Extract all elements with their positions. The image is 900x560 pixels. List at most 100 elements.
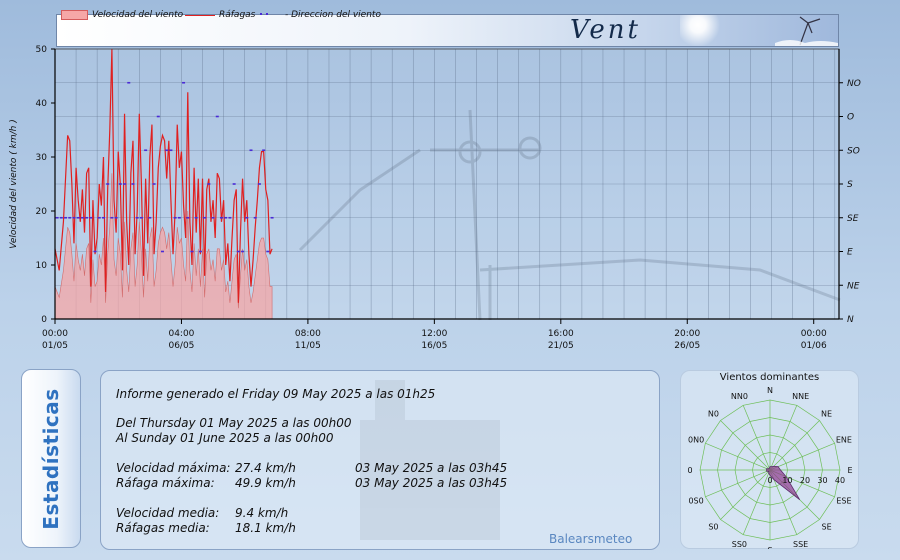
direction-marker: [182, 81, 186, 84]
rose-radial-tick-label: 20: [800, 476, 810, 485]
y-tick-label: 30: [36, 153, 48, 163]
rose-direction-label: 0S0: [688, 497, 703, 506]
direction-marker: [139, 216, 143, 219]
direction-tick-label: SE: [847, 214, 859, 224]
wind-chart: 0 10 20 30 40 50 N NE E SE S SO O NO 00:00 01/05 04:00 06…: [9, 45, 861, 351]
direction-marker: [55, 216, 59, 219]
direction-marker: [190, 250, 194, 253]
direction-marker: [127, 81, 131, 84]
direction-marker: [215, 115, 219, 118]
direction-marker: [241, 250, 245, 253]
period-to-text: Al Sunday 01 June 2025 a las 00h00: [116, 431, 334, 445]
direction-marker: [160, 250, 164, 253]
report-generated-text: Informe generado el Friday 09 May 2025 a…: [116, 387, 436, 401]
direction-marker: [152, 183, 156, 185]
x-tick-date-label: 01/06: [801, 341, 827, 351]
rose-direction-label: ESE: [836, 497, 851, 506]
rose-radial-tick-label: 0: [767, 476, 772, 485]
direction-tick-label: S: [847, 180, 853, 190]
stat-time-max-gust: 03 May 2025 a las 03h45: [355, 476, 508, 490]
rose-spoke: [720, 469, 771, 520]
rose-direction-label: NE: [821, 409, 832, 418]
direction-marker: [135, 216, 139, 219]
direction-marker: [59, 216, 63, 219]
rose-direction-label: S0: [708, 523, 718, 532]
stat-value-mean-gust: 18.1 km/h: [235, 521, 296, 535]
direction-marker: [169, 149, 173, 152]
direction-marker: [186, 216, 190, 219]
direction-marker: [110, 216, 114, 219]
direction-marker: [97, 216, 101, 219]
stats-tab-label: Estadísticas: [39, 387, 63, 530]
direction-marker: [123, 183, 127, 185]
direction-tick-label: O: [847, 113, 854, 123]
direction-marker: [80, 216, 84, 219]
rose-direction-label: SS0: [732, 540, 747, 549]
y-tick-label: 0: [41, 315, 47, 325]
rose-radial-tick-label: 10: [782, 476, 792, 485]
rose-direction-label: N: [767, 386, 773, 395]
direction-marker: [207, 183, 211, 185]
direction-marker: [245, 216, 249, 219]
x-tick-date-label: 26/05: [674, 341, 700, 351]
x-tick-time-label: 00:00: [42, 329, 68, 339]
stat-value-mean-speed: 9.4 km/h: [235, 506, 289, 520]
rose-radial-tick-label: 40: [835, 476, 845, 485]
rose-direction-label: NN0: [731, 392, 748, 401]
x-tick-time-label: 04:00: [168, 329, 194, 339]
rose-direction-label: N0: [708, 409, 719, 418]
direction-tick-label: NO: [847, 79, 861, 89]
x-tick-time-label: 20:00: [674, 329, 700, 339]
direction-marker: [224, 216, 228, 219]
direction-tick-label: N: [847, 315, 854, 325]
x-tick-time-label: 08:00: [295, 329, 321, 339]
stat-label-max-gust: Ráfaga máxima:: [116, 476, 215, 490]
direction-marker: [93, 250, 97, 253]
x-tick-date-label: 16/05: [421, 341, 447, 351]
rose-direction-label: SSE: [793, 540, 808, 549]
direction-tick-label: SO: [847, 146, 860, 156]
rose-direction-label: SE: [821, 523, 831, 532]
direction-tick-label: NE: [847, 281, 860, 291]
direction-marker: [236, 250, 240, 253]
x-tick-date-label: 01/05: [42, 341, 68, 351]
rose-direction-label: 0: [687, 466, 692, 475]
y-tick-label: 20: [36, 207, 48, 217]
rose-direction-label: NNE: [792, 392, 809, 401]
stat-value-max-gust: 49.9 km/h: [235, 476, 296, 490]
direction-marker: [257, 183, 261, 185]
direction-marker: [173, 216, 177, 219]
stat-time-max-speed: 03 May 2025 a las 03h45: [355, 461, 508, 475]
direction-marker: [232, 183, 236, 185]
y-axis-title: Velocidad del viento ( km/h ): [9, 119, 19, 248]
direction-marker: [270, 216, 274, 219]
stat-label-mean-speed: Velocidad media:: [116, 506, 220, 520]
stat-value-max-speed: 27.4 km/h: [235, 461, 296, 475]
period-from-text: Del Thursday 01 May 2025 a las 00h00: [116, 416, 352, 430]
y-tick-label: 40: [36, 99, 48, 109]
rose-direction-label: S: [767, 546, 772, 549]
rose-direction-label: E: [847, 466, 852, 475]
y-tick-label: 50: [36, 45, 48, 55]
direction-marker: [101, 216, 105, 219]
direction-marker: [72, 216, 76, 219]
rose-spoke: [769, 420, 820, 471]
x-tick-time-label: 00:00: [801, 329, 827, 339]
rose-radial-tick-label: 30: [817, 476, 827, 485]
direction-marker: [262, 149, 266, 152]
direction-marker: [194, 216, 198, 219]
direction-marker: [211, 216, 215, 219]
rose-spoke: [720, 420, 771, 471]
direction-marker: [219, 216, 223, 219]
direction-marker: [85, 216, 89, 219]
rose-direction-label: ENE: [836, 435, 852, 444]
direction-marker: [89, 216, 93, 219]
direction-marker: [76, 216, 80, 219]
direction-marker: [156, 115, 160, 118]
direction-marker: [249, 149, 253, 152]
x-tick-date-label: 11/05: [295, 341, 321, 351]
x-tick-date-label: 06/05: [168, 341, 194, 351]
stat-label-max-speed: Velocidad máxima:: [116, 461, 231, 475]
direction-marker: [106, 183, 110, 185]
direction-marker: [228, 216, 232, 219]
